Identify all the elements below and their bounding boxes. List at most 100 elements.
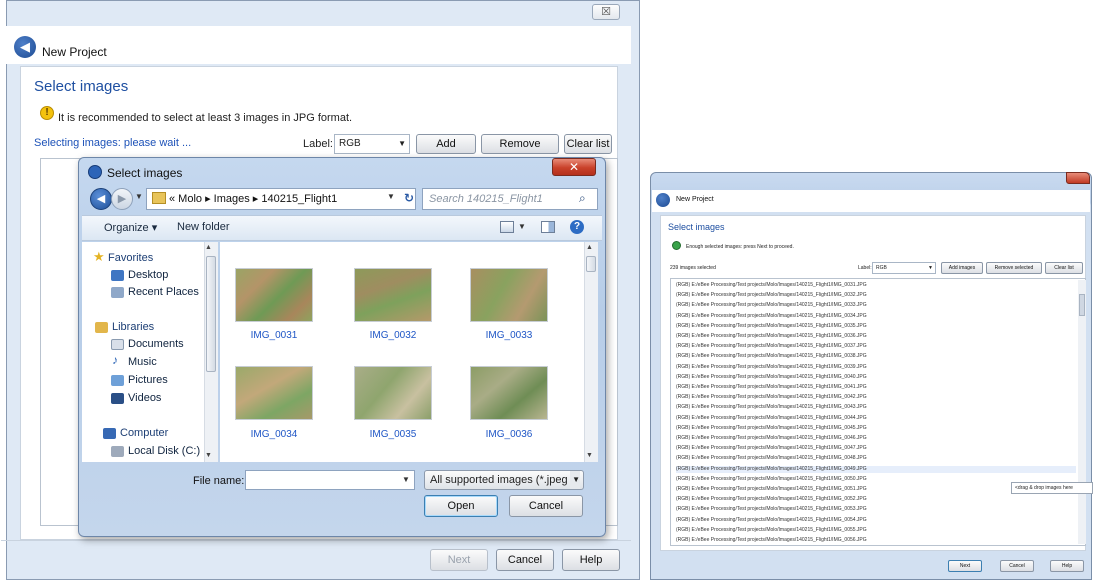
nav-documents[interactable]: Documents <box>128 338 184 350</box>
nav-libraries[interactable]: Libraries <box>112 321 154 333</box>
list-item[interactable]: (RGB) E:/eBee Processing/Test projects/M… <box>676 292 867 300</box>
help-icon[interactable]: ? <box>570 220 584 234</box>
history-dropdown-icon[interactable]: ▼ <box>135 192 143 201</box>
file-label[interactable]: IMG_0035 <box>354 429 432 440</box>
view-dropdown-icon[interactable]: ▼ <box>518 222 526 231</box>
label-select[interactable]: RGB ▼ <box>872 262 936 274</box>
forward-icon[interactable]: ▶ <box>111 188 133 210</box>
file-type-select[interactable]: All supported images (*.jpeg *.j ▼ <box>424 470 584 490</box>
search-icon[interactable]: ⌕ <box>579 191 586 206</box>
list-item[interactable]: (RGB) E:/eBee Processing/Test projects/M… <box>676 394 867 402</box>
scroll-down-icon[interactable]: ▼ <box>586 452 593 459</box>
list-item[interactable]: (RGB) E:/eBee Processing/Test projects/M… <box>676 415 867 423</box>
list-item[interactable]: (RGB) E:/eBee Processing/Test projects/M… <box>676 302 867 310</box>
dialog-cancel-button[interactable]: Cancel <box>509 495 583 517</box>
nav-scrollbar-thumb[interactable] <box>206 256 216 372</box>
list-item[interactable]: (RGB) E:/eBee Processing/Test projects/M… <box>676 404 867 412</box>
file-thumbnail[interactable] <box>235 268 313 322</box>
list-item[interactable]: (RGB) E:/eBee Processing/Test projects/M… <box>676 343 867 351</box>
back-icon[interactable]: ◀ <box>90 188 112 210</box>
file-thumbnail[interactable] <box>354 366 432 420</box>
file-thumbnail[interactable] <box>470 366 548 420</box>
file-name-label: File name: <box>193 475 245 487</box>
list-item[interactable]: (RGB) E:/eBee Processing/Test projects/M… <box>676 455 867 463</box>
nav-pictures[interactable]: Pictures <box>128 374 168 386</box>
file-label[interactable]: IMG_0033 <box>470 330 548 341</box>
window-close-button[interactable]: ☒ <box>592 4 620 20</box>
list-item[interactable]: (RGB) E:/eBee Processing/Test projects/M… <box>676 537 867 545</box>
cancel-button[interactable]: Cancel <box>496 549 554 571</box>
scroll-up-icon[interactable]: ▲ <box>205 244 212 251</box>
nav-recent-places[interactable]: Recent Places <box>128 286 199 298</box>
next-button[interactable]: Next <box>430 549 488 571</box>
list-item[interactable]: (RGB) E:/eBee Processing/Test projects/M… <box>676 425 867 433</box>
preview-pane-icon[interactable] <box>541 221 555 233</box>
file-label[interactable]: IMG_0032 <box>354 330 432 341</box>
back-arrow-icon[interactable]: ◀ <box>14 36 36 58</box>
search-input[interactable]: Search 140215_Flight1 <box>422 188 598 210</box>
remove-selected-button[interactable]: Remove selected <box>986 262 1042 274</box>
list-item[interactable]: (RGB) E:/eBee Processing/Test projects/M… <box>676 333 867 341</box>
new-folder-button[interactable]: New folder <box>177 221 230 233</box>
content-scrollbar-thumb[interactable] <box>586 256 596 272</box>
file-thumbnail[interactable] <box>235 366 313 420</box>
clear-list-button[interactable]: Clear list <box>564 134 612 154</box>
organize-menu[interactable]: Organize ▾ <box>104 221 157 234</box>
window-header <box>652 190 1090 212</box>
dialog-close-button[interactable]: ✕ <box>552 158 596 176</box>
file-label[interactable]: IMG_0034 <box>235 429 313 440</box>
list-item[interactable]: (RGB) E:/eBee Processing/Test projects/M… <box>676 506 867 514</box>
back-arrow-icon[interactable] <box>656 193 670 207</box>
content-scrollbar[interactable] <box>584 242 598 462</box>
clear-list-button[interactable]: Clear list <box>1045 262 1083 274</box>
list-item[interactable]: (RGB) E:/eBee Processing/Test projects/M… <box>676 445 867 453</box>
file-type-value: All supported images (*.jpeg *.j <box>430 474 581 486</box>
list-item[interactable]: (RGB) E:/eBee Processing/Test projects/M… <box>676 282 867 290</box>
add-images-button[interactable]: Add images <box>941 262 983 274</box>
file-name-input[interactable] <box>245 470 415 490</box>
address-dropdown-icon[interactable]: ▼ <box>387 192 395 201</box>
scroll-up-icon[interactable]: ▲ <box>586 244 593 251</box>
help-button[interactable]: Help <box>562 549 620 571</box>
list-item[interactable]: (RGB) E:/eBee Processing/Test projects/M… <box>676 486 867 494</box>
label-select[interactable]: RGB ▼ <box>334 134 410 154</box>
window-close-button[interactable] <box>1066 172 1090 184</box>
chevron-down-icon[interactable]: ▼ <box>402 475 410 484</box>
remove-selected-button[interactable]: Remove selected <box>481 134 559 168</box>
help-button[interactable]: Help <box>1050 560 1084 572</box>
list-item[interactable]: (RGB) E:/eBee Processing/Test projects/M… <box>676 435 867 443</box>
list-item[interactable]: (RGB) E:/eBee Processing/Test projects/M… <box>676 323 867 331</box>
nav-desktop[interactable]: Desktop <box>128 269 168 281</box>
list-item[interactable]: (RGB) E:/eBee Processing/Test projects/M… <box>676 527 867 535</box>
next-button[interactable]: Next <box>948 560 982 572</box>
nav-local-disk[interactable]: Local Disk (C:) <box>128 445 200 457</box>
file-thumbnail[interactable] <box>354 268 432 322</box>
nav-videos[interactable]: Videos <box>128 392 161 404</box>
address-bar[interactable]: « Molo ▸ Images ▸ 140215_Flight1 <box>146 188 416 210</box>
scroll-down-icon[interactable]: ▼ <box>205 452 212 459</box>
list-item[interactable]: (RGB) E:/eBee Processing/Test projects/M… <box>676 465 1076 474</box>
list-item[interactable]: (RGB) E:/eBee Processing/Test projects/M… <box>676 384 867 392</box>
chevron-down-icon: ▼ <box>570 471 580 489</box>
list-item[interactable]: (RGB) E:/eBee Processing/Test projects/M… <box>676 476 867 484</box>
refresh-icon[interactable]: ↻ <box>401 189 417 209</box>
file-label[interactable]: IMG_0031 <box>235 330 313 341</box>
nav-music[interactable]: Music <box>128 356 157 368</box>
list-item[interactable]: (RGB) E:/eBee Processing/Test projects/M… <box>676 313 867 321</box>
add-images-button[interactable]: Add images <box>416 134 476 168</box>
list-item[interactable]: (RGB) E:/eBee Processing/Test projects/M… <box>676 374 867 382</box>
file-label[interactable]: IMG_0036 <box>470 429 548 440</box>
nav-favorites[interactable]: Favorites <box>108 252 153 264</box>
list-item[interactable]: (RGB) E:/eBee Processing/Test projects/M… <box>676 496 867 504</box>
cancel-button[interactable]: Cancel <box>1000 560 1034 572</box>
list-item[interactable]: (RGB) E:/eBee Processing/Test projects/M… <box>676 364 867 372</box>
list-item[interactable]: (RGB) E:/eBee Processing/Test projects/M… <box>676 353 867 361</box>
selecting-status: Selecting images: please wait ... <box>34 137 192 149</box>
nav-computer[interactable]: Computer <box>120 427 168 439</box>
list-scrollbar-thumb[interactable] <box>1079 294 1085 316</box>
list-item[interactable]: (RGB) E:/eBee Processing/Test projects/M… <box>676 517 867 525</box>
file-thumbnail[interactable] <box>470 268 548 322</box>
list-scrollbar[interactable] <box>1078 280 1086 544</box>
open-button[interactable]: Open <box>424 495 498 517</box>
change-view-icon[interactable] <box>500 221 514 233</box>
